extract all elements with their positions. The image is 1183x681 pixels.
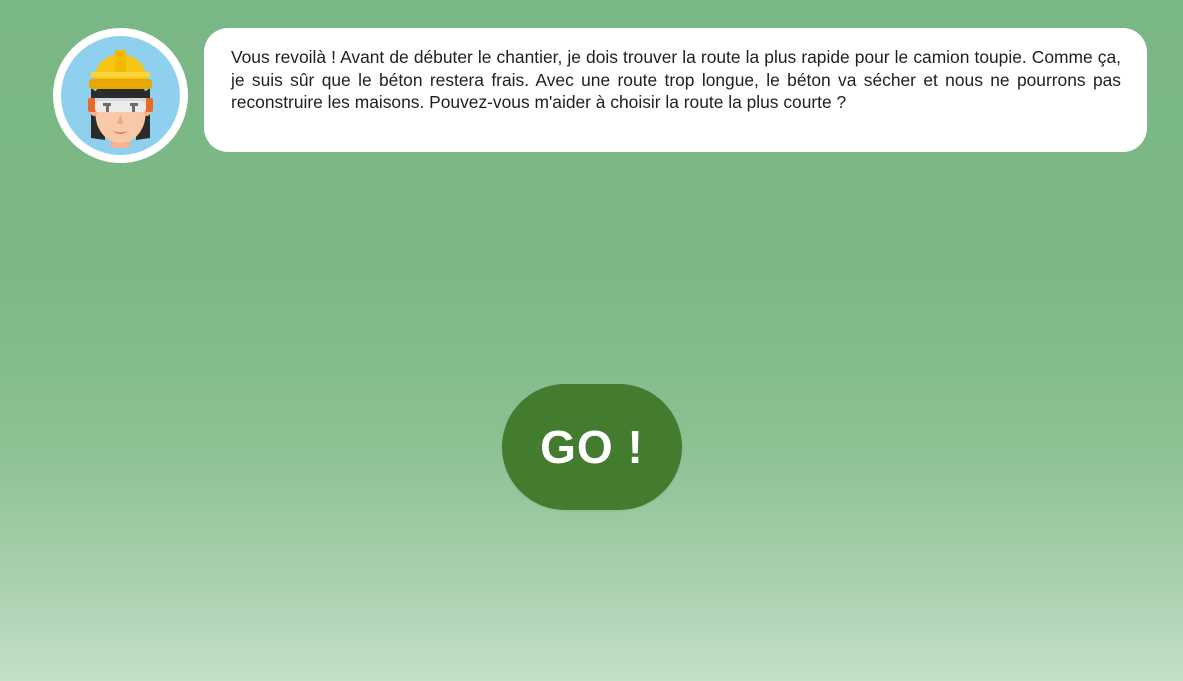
speech-bubble: Vous revoilà ! Avant de débuter le chant… [204,28,1147,152]
avatar-background [61,36,180,155]
speech-text: Vous revoilà ! Avant de débuter le chant… [231,47,1121,112]
go-button[interactable]: GO ! [502,384,682,510]
character-avatar [53,28,188,163]
construction-worker-icon [88,50,153,148]
